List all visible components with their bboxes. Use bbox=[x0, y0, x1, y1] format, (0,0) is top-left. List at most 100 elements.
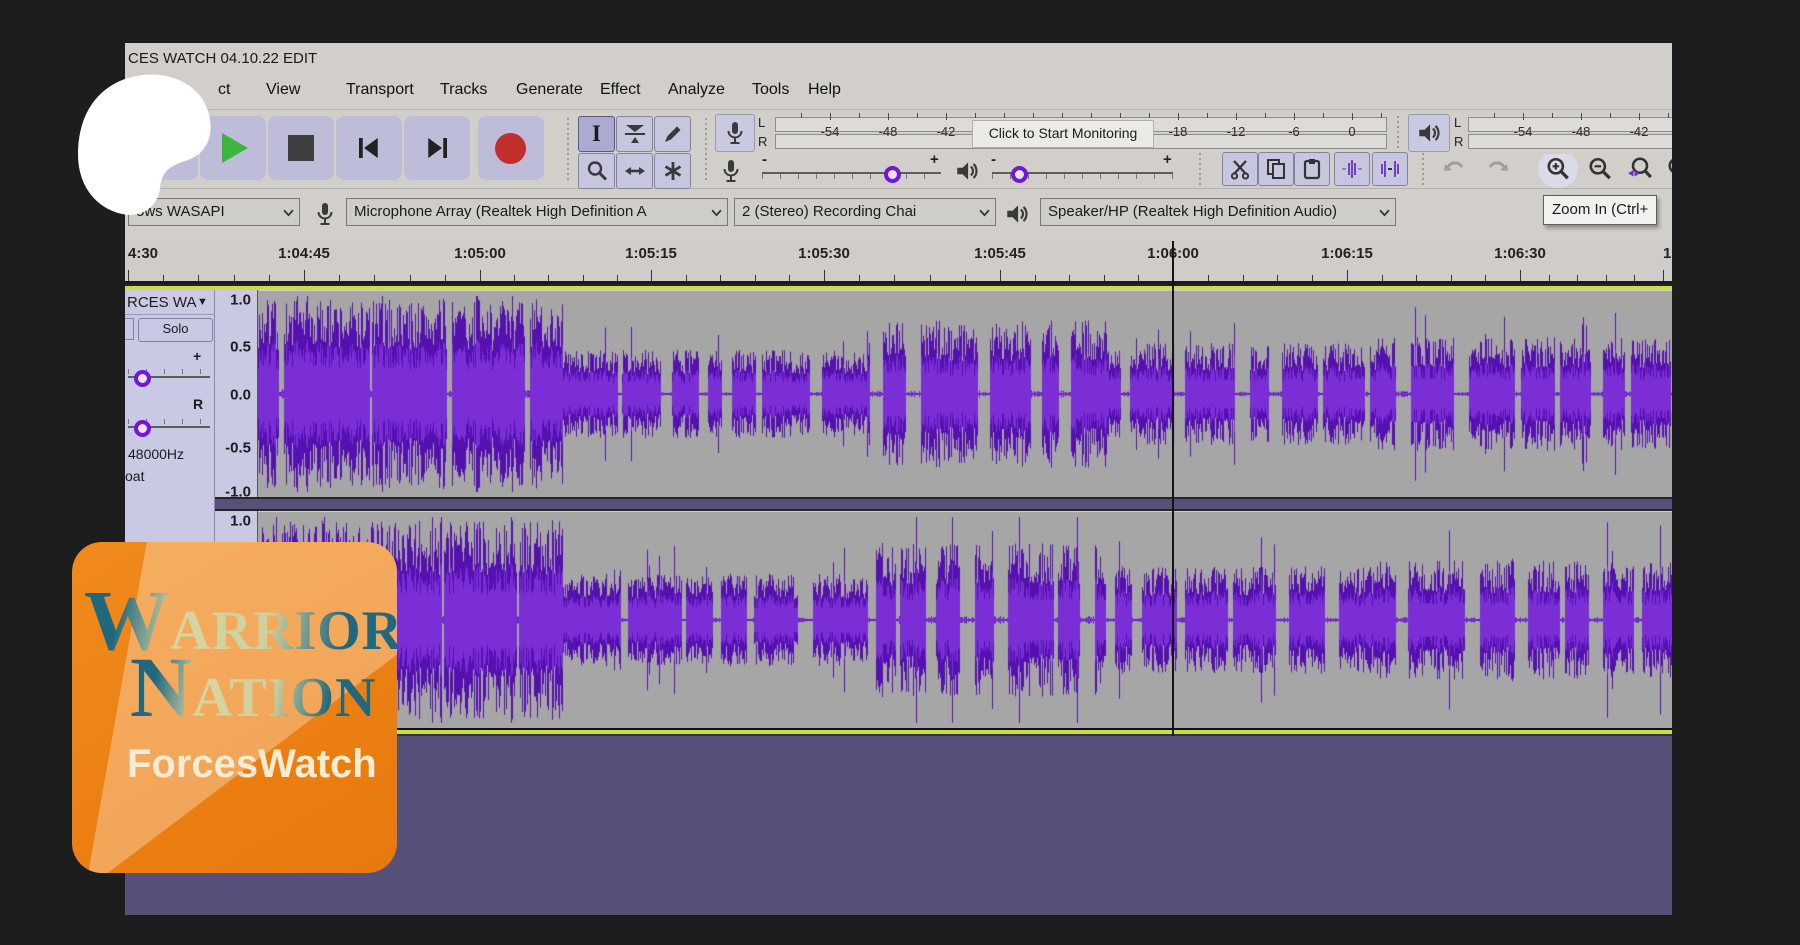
channel-separator bbox=[215, 497, 1672, 511]
paste-button[interactable] bbox=[1294, 152, 1330, 186]
timeline-minor-tick bbox=[1416, 275, 1417, 281]
ibeam-icon: I bbox=[592, 121, 601, 147]
timeline-minor-tick bbox=[198, 275, 199, 281]
waveform-channel-1[interactable] bbox=[258, 291, 1672, 497]
toolbar-grip[interactable] bbox=[565, 118, 571, 182]
timeline-major-tick bbox=[1663, 270, 1664, 281]
recording-device-dropdown[interactable]: Microphone Array (Realtek High Definitio… bbox=[346, 198, 728, 226]
menu-item-generate[interactable]: Generate bbox=[516, 81, 583, 99]
pan-right-label: R bbox=[193, 396, 203, 412]
record-icon bbox=[495, 133, 526, 164]
scale-label: 0.0 bbox=[230, 387, 251, 404]
timeline-minor-tick bbox=[1451, 275, 1452, 281]
timeline-minor-tick bbox=[1243, 275, 1244, 281]
double-arrow-icon bbox=[622, 159, 648, 183]
monitor-prompt[interactable]: Click to Start Monitoring bbox=[972, 120, 1154, 148]
record-volume-ticks bbox=[762, 174, 941, 179]
undo-icon bbox=[1441, 157, 1469, 181]
speaker-icon bbox=[1415, 120, 1443, 146]
timeline-minor-tick bbox=[339, 275, 340, 281]
timeline-minor-tick bbox=[374, 275, 375, 281]
record-button[interactable] bbox=[478, 116, 544, 180]
play-volume-thumb[interactable] bbox=[1011, 166, 1028, 183]
timeline-label: 1 bbox=[1663, 245, 1671, 262]
magnifier-icon bbox=[585, 159, 609, 183]
timeline-minor-tick bbox=[1382, 275, 1383, 281]
play-meter-speaker-button[interactable] bbox=[1408, 114, 1450, 152]
zoom-out-button[interactable] bbox=[1580, 150, 1620, 188]
meter-scale-label: -54 bbox=[1514, 123, 1533, 141]
draw-tool-button[interactable] bbox=[654, 116, 691, 152]
menu-item-tools[interactable]: Tools bbox=[752, 81, 789, 99]
recording-channels-dropdown[interactable]: 2 (Stereo) Recording Chai bbox=[734, 198, 996, 226]
menu-item-view[interactable]: View bbox=[266, 81, 300, 99]
toolbar-grip[interactable] bbox=[1197, 153, 1203, 187]
mute-button-clipped[interactable] bbox=[125, 318, 134, 340]
envelope-tool-button[interactable] bbox=[616, 116, 653, 152]
fit-selection-button[interactable] bbox=[1620, 150, 1660, 188]
logo-word-nation: NATION bbox=[130, 637, 377, 737]
redo-button[interactable] bbox=[1477, 150, 1517, 188]
toolbar-grip[interactable] bbox=[1395, 116, 1401, 150]
vertical-scale-ch1[interactable]: 1.00.50.0-0.5-1.0 bbox=[215, 290, 258, 497]
timeline-minor-tick bbox=[583, 275, 584, 281]
zoom-tool-button[interactable] bbox=[578, 153, 615, 189]
cut-button[interactable] bbox=[1222, 152, 1258, 186]
multi-tool-button[interactable] bbox=[654, 153, 691, 189]
timeline-minor-tick bbox=[930, 275, 931, 281]
solo-button[interactable]: Solo bbox=[138, 318, 213, 342]
timeline-minor-tick bbox=[1138, 275, 1139, 281]
playback-device-dropdown[interactable]: Speaker/HP (Realtek High Definition Audi… bbox=[1040, 198, 1396, 226]
menu-item-help[interactable]: Help bbox=[808, 81, 841, 99]
skip-to-end-button[interactable] bbox=[404, 116, 470, 180]
timeshift-tool-button[interactable] bbox=[616, 153, 653, 189]
silence-audio-button[interactable] bbox=[1372, 152, 1408, 186]
timeline-minor-tick bbox=[269, 275, 270, 281]
white-blob-overlay bbox=[66, 60, 216, 222]
menu-item-ct[interactable]: ct bbox=[218, 81, 230, 99]
logo-nation-initial: N bbox=[130, 639, 192, 735]
menu-item-effect[interactable]: Effect bbox=[600, 81, 641, 99]
timeline-minor-tick bbox=[514, 275, 515, 281]
gain-slider-thumb[interactable] bbox=[134, 370, 151, 387]
record-volume-thumb[interactable] bbox=[884, 166, 901, 183]
menu-item-tracks[interactable]: Tracks bbox=[440, 81, 487, 99]
fit-project-button[interactable] bbox=[1660, 150, 1672, 188]
meter-scale-label: -54 bbox=[821, 123, 840, 141]
toolbar-grip[interactable] bbox=[703, 118, 709, 182]
record-meter-mic-button[interactable] bbox=[715, 114, 755, 152]
menu-item-analyze[interactable]: Analyze bbox=[668, 81, 725, 99]
meter-tick bbox=[1062, 113, 1063, 118]
chevron-down-icon bbox=[1379, 209, 1390, 217]
window-titlebar[interactable]: CES WATCH 04.10.22 EDIT bbox=[125, 43, 1672, 75]
track-sample-format: oat bbox=[125, 468, 144, 484]
meter-tick bbox=[1178, 113, 1179, 120]
timeline-label: 1:05:00 bbox=[454, 245, 506, 262]
meter-tick bbox=[1610, 113, 1611, 118]
playhead-cursor[interactable] bbox=[1172, 241, 1174, 736]
stop-button[interactable] bbox=[268, 116, 334, 180]
recording-meter[interactable]: Click to Start Monitoring -54-48-42-18-1… bbox=[775, 113, 1387, 154]
scale-label: -0.5 bbox=[225, 440, 251, 457]
timeline-minor-tick bbox=[720, 275, 721, 281]
meter-tick bbox=[1120, 113, 1121, 118]
selection-tool-button[interactable]: I bbox=[578, 116, 615, 152]
device-speaker-icon bbox=[1003, 201, 1031, 227]
zoom-in-button[interactable] bbox=[1538, 150, 1578, 188]
timeline-label: 1:05:45 bbox=[974, 245, 1026, 262]
toolbar-grip[interactable] bbox=[1420, 153, 1426, 187]
pan-slider-thumb[interactable] bbox=[134, 420, 151, 437]
timeline-ruler[interactable]: 4:301:04:451:05:001:05:151:05:301:05:451… bbox=[125, 240, 1672, 284]
skip-to-start-button[interactable] bbox=[336, 116, 402, 180]
trim-audio-button[interactable] bbox=[1334, 152, 1370, 186]
track-name-row[interactable]: RCES WA ▼ bbox=[125, 292, 215, 315]
copy-button[interactable] bbox=[1258, 152, 1294, 186]
waveform-channel-2[interactable] bbox=[258, 512, 1672, 728]
track-menu-arrow[interactable]: ▼ bbox=[197, 296, 208, 308]
menu-item-transport[interactable]: Transport bbox=[346, 81, 414, 99]
meter-scale-label: -48 bbox=[1572, 123, 1591, 141]
undo-button[interactable] bbox=[1435, 150, 1475, 188]
playback-meter[interactable]: -54-48-42 bbox=[1468, 113, 1672, 154]
meter-tick bbox=[1033, 113, 1034, 118]
meter-tick bbox=[1265, 113, 1266, 118]
